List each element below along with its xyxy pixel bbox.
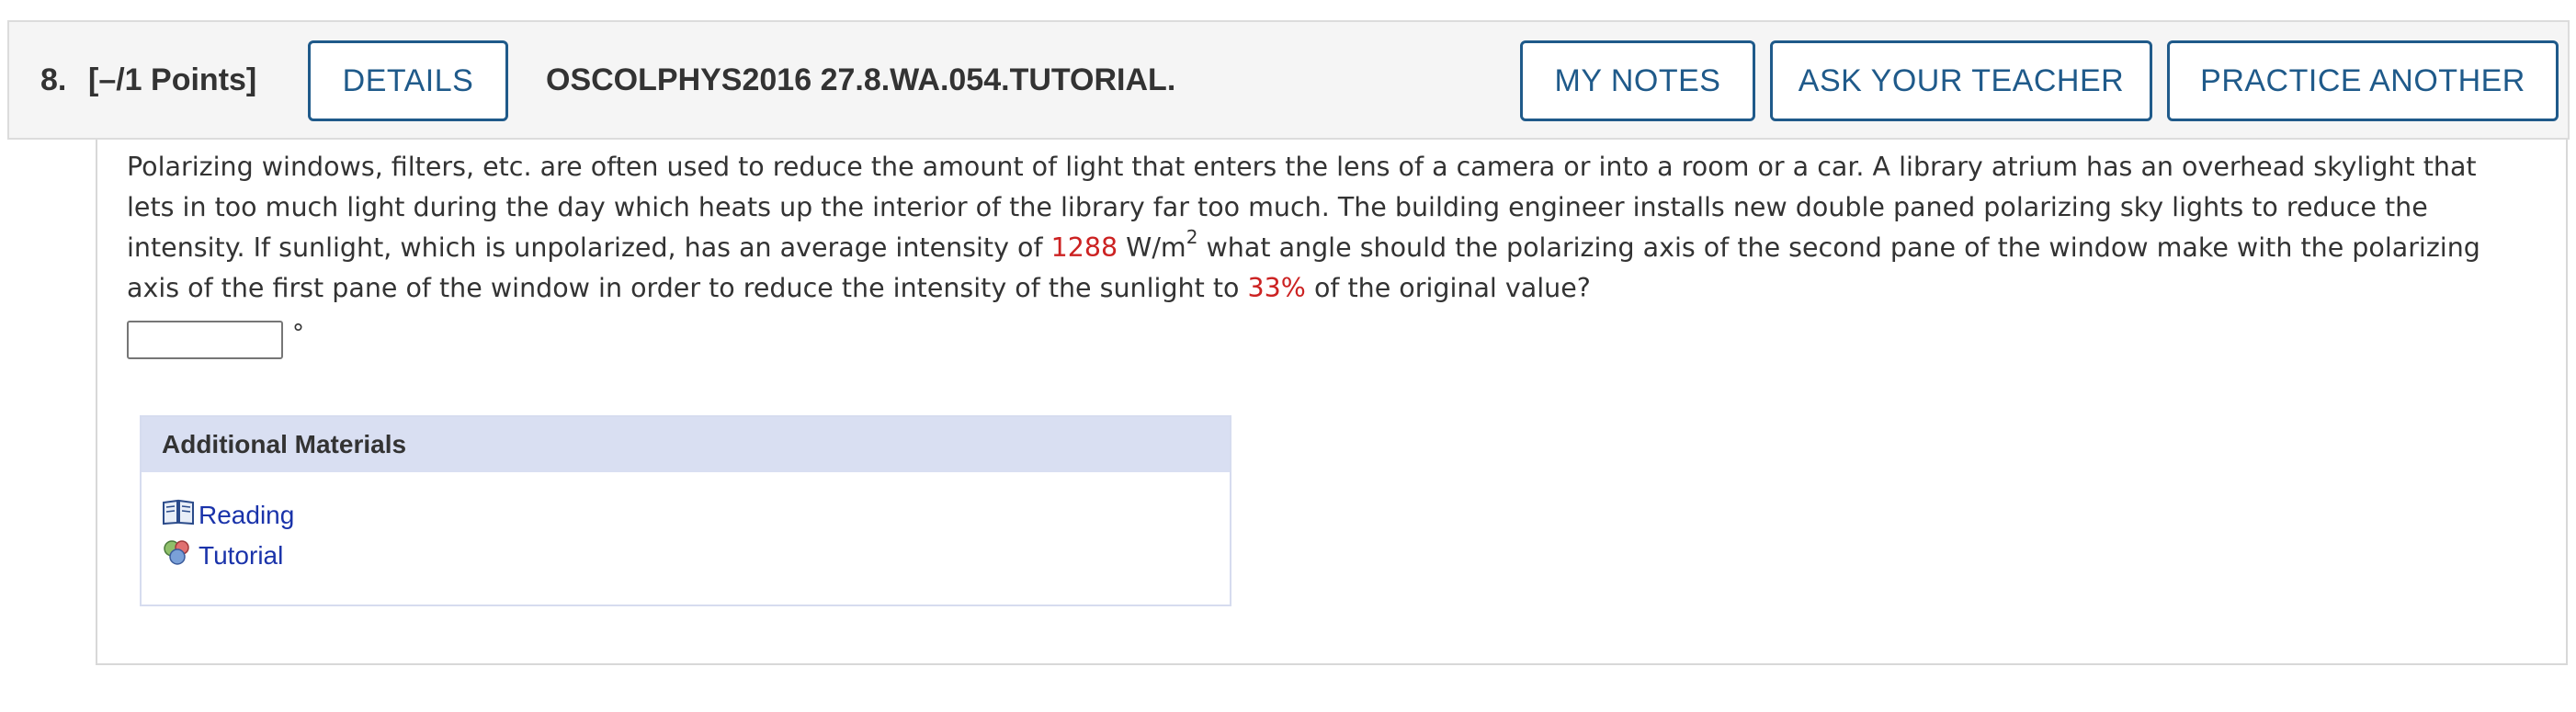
problem-text: Polarizing windows, filters, etc. are of… [127, 147, 2516, 309]
degree-unit: ° [292, 320, 304, 347]
my-notes-button[interactable]: MY NOTES [1520, 40, 1755, 121]
unit-exponent: 2 [1186, 226, 1198, 248]
tutorial-icon [162, 538, 199, 572]
additional-materials-title: Additional Materials [142, 417, 1230, 472]
reading-link-label: Reading [199, 500, 295, 529]
intensity-unit: W/m [1118, 232, 1186, 263]
tutorial-link[interactable]: Tutorial [162, 538, 283, 572]
practice-another-button[interactable]: PRACTICE ANOTHER [2167, 40, 2559, 121]
question-points: [–/1 Points] [88, 62, 257, 97]
question-header: 8. [–/1 Points] DETAILS OSCOLPHYS2016 27… [7, 20, 2570, 140]
details-button[interactable]: DETAILS [308, 40, 508, 121]
percent-value: 33% [1247, 273, 1306, 303]
intensity-value: 1288 [1050, 232, 1118, 263]
reading-link[interactable]: Reading [162, 498, 294, 532]
additional-materials-panel: Additional Materials Reading Tutorial [140, 415, 1231, 606]
book-icon [162, 498, 199, 532]
ask-teacher-button[interactable]: ASK YOUR TEACHER [1770, 40, 2152, 121]
question-code: OSCOLPHYS2016 27.8.WA.054.TUTORIAL. [546, 62, 1176, 97]
answer-input[interactable] [127, 321, 283, 359]
question-number: 8. [40, 62, 67, 97]
problem-text-part-3: of the original value? [1305, 273, 1591, 303]
tutorial-link-label: Tutorial [199, 540, 284, 570]
